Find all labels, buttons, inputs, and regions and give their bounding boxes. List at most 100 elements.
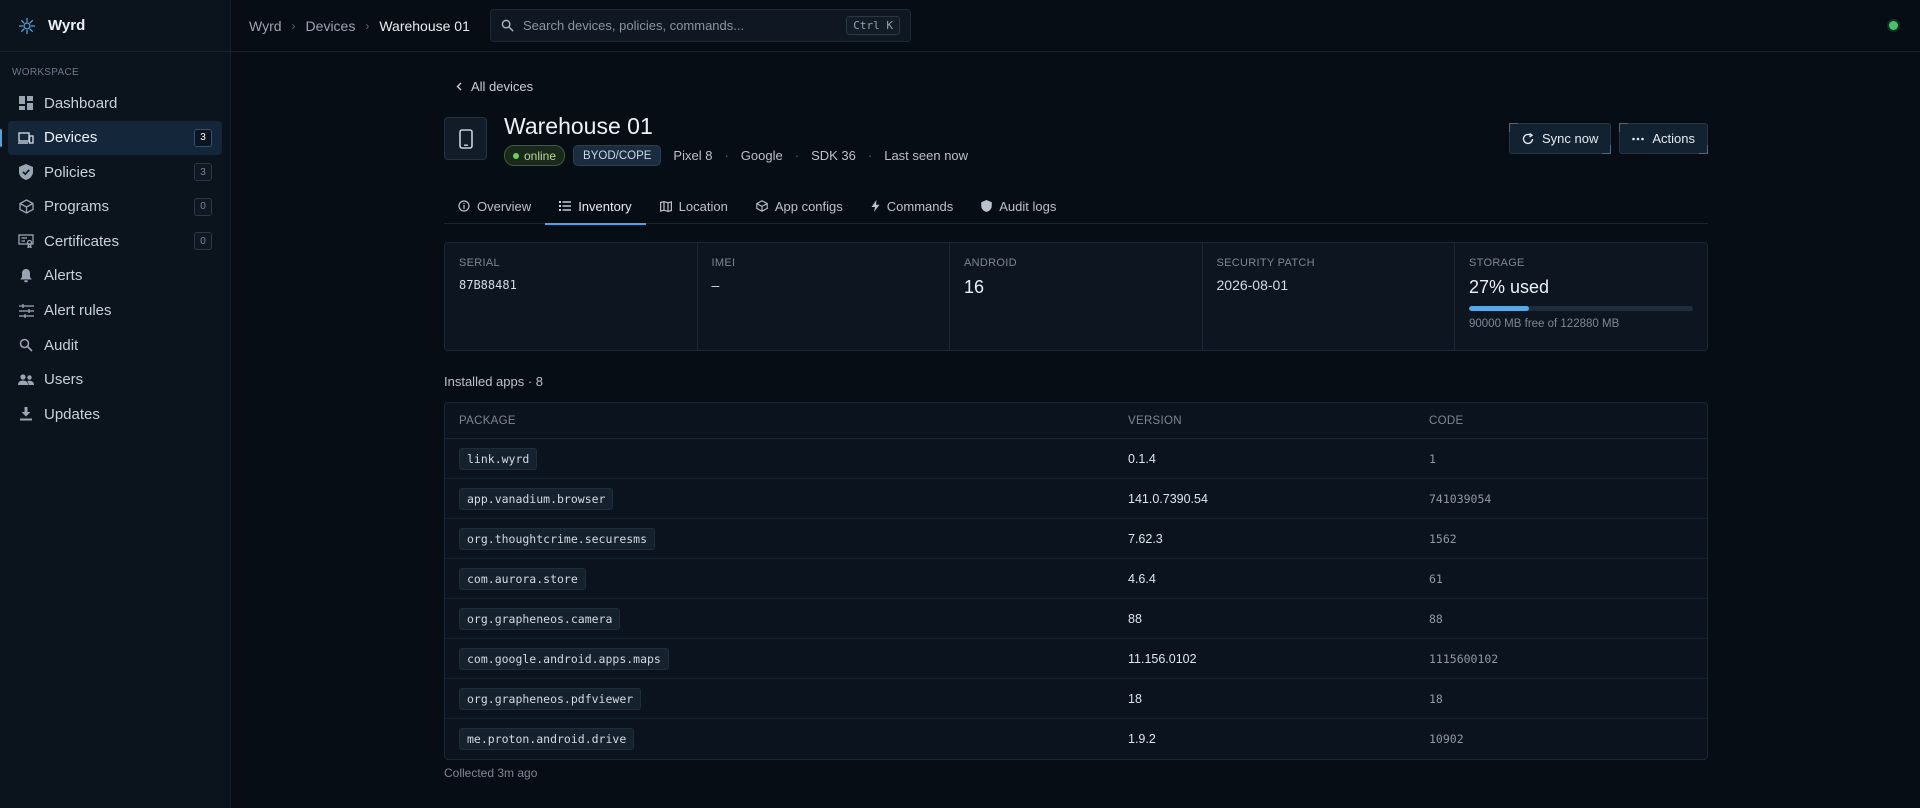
status-label: online — [524, 148, 557, 163]
table-row[interactable]: org.grapheneos.camera 88 88 — [445, 599, 1707, 639]
column-header-version[interactable]: VERSION — [1128, 415, 1429, 427]
sidebar-item-label: Updates — [44, 405, 100, 423]
tab-commands[interactable]: Commands — [857, 188, 967, 224]
device-model: Pixel 8 — [673, 148, 713, 163]
tab-overview[interactable]: Overview — [444, 188, 545, 224]
breadcrumb-item-devices[interactable]: Devices — [306, 18, 356, 34]
sync-now-button[interactable]: Sync now — [1508, 123, 1612, 154]
table-row[interactable]: com.google.android.apps.maps 11.156.0102 1… — [445, 639, 1707, 679]
breadcrumb: Wyrd › Devices › Warehouse 01 — [231, 18, 470, 34]
sidebar-item-updates[interactable]: Updates — [8, 397, 222, 431]
phone-icon — [458, 128, 473, 149]
tab-label: Overview — [477, 198, 532, 214]
tab-app-configs[interactable]: App configs — [742, 188, 857, 224]
table-row[interactable]: com.aurora.store 4.6.4 61 — [445, 559, 1707, 599]
sidebar-item-label: Audit — [44, 336, 79, 354]
table-row[interactable]: app.vanadium.browser 141.0.7390.54 7410390… — [445, 479, 1707, 519]
sidebar-item-alert-rules[interactable]: Alert rules — [8, 294, 222, 328]
info-icon — [458, 200, 470, 212]
package-name: com.aurora.store — [459, 567, 586, 590]
sidebar-item-label: Certificates — [44, 232, 120, 250]
cell-package: com.aurora.store — [445, 567, 1128, 590]
certificate-icon — [18, 233, 34, 249]
cell-version: 0.1.4 — [1128, 451, 1156, 466]
cell-package: org.thoughtcrime.securesms — [445, 527, 1128, 550]
map-icon — [659, 200, 672, 212]
tab-label: Inventory — [578, 198, 632, 214]
sidebar-item-dashboard[interactable]: Dashboard — [8, 86, 222, 120]
certificates-count-badge: 0 — [194, 232, 212, 251]
tab-label: Location — [678, 198, 728, 214]
search-box[interactable]: Ctrl K — [490, 9, 911, 42]
mode-badge: BYOD/COPE — [573, 145, 662, 166]
topbar: Wyrd › Devices › Warehouse 01 Ctrl K — [231, 0, 1920, 52]
cell-code: 1562 — [1429, 531, 1457, 546]
package-name: me.proton.android.drive — [459, 728, 635, 750]
storage-used-value: 27% used — [1469, 277, 1550, 297]
sidebar-item-devices[interactable]: Devices 3 — [0, 120, 222, 155]
package-name: org.thoughtcrime.securesms — [459, 527, 656, 550]
cell-version: 88 — [1128, 611, 1142, 626]
list-icon — [559, 201, 572, 211]
sync-now-label: Sync now — [1541, 131, 1599, 146]
stat-label: STORAGE — [1469, 257, 1525, 269]
device-sdk: SDK 36 — [811, 148, 856, 163]
sidebar-item-users[interactable]: Users — [8, 363, 222, 397]
package-name: com.google.android.apps.maps — [459, 647, 669, 670]
meta-separator: · — [724, 148, 729, 163]
storage-progress-bar — [1469, 306, 1693, 311]
chevron-right-icon: › — [365, 18, 370, 33]
sliders-icon — [18, 303, 34, 319]
cell-package: app.vanadium.browser — [445, 487, 1128, 510]
header-actions: Sync now Actions — [1508, 123, 1708, 154]
table-row[interactable]: org.thoughtcrime.securesms 7.62.3 1562 — [445, 519, 1707, 559]
stat-label: SECURITY PATCH — [1216, 257, 1315, 269]
stat-serial: SERIAL 87B88481 — [445, 243, 698, 350]
status-badge: online — [504, 145, 566, 166]
actions-label: Actions — [1652, 131, 1695, 146]
sidebar-item-audit[interactable]: Audit — [8, 328, 222, 362]
package-name: app.vanadium.browser — [459, 487, 614, 510]
sidebar-item-alerts[interactable]: Alerts — [8, 259, 222, 293]
sidebar-item-policies[interactable]: Policies 3 — [8, 155, 222, 189]
table-row[interactable]: link.wyrd 0.1.4 1 — [445, 439, 1707, 479]
package-name: org.grapheneos.pdfviewer — [459, 687, 642, 710]
sidebar-item-programs[interactable]: Programs 0 — [8, 190, 222, 224]
cell-code: 1 — [1429, 451, 1436, 466]
sidebar-item-certificates[interactable]: Certificates 0 — [8, 224, 222, 258]
connection-status-dot — [1889, 21, 1898, 30]
cell-version: 1.9.2 — [1128, 732, 1156, 746]
collected-timestamp: Collected 3m ago — [444, 766, 538, 780]
dashboard-icon — [18, 95, 34, 111]
devices-count-badge: 3 — [194, 128, 212, 147]
stat-imei: IMEI – — [698, 243, 950, 350]
sidebar-item-label: Policies — [44, 163, 96, 181]
tab-inventory[interactable]: Inventory — [545, 188, 647, 225]
sidebar-item-label: Users — [44, 371, 84, 389]
table-row[interactable]: org.grapheneos.pdfviewer 18 18 — [445, 679, 1707, 719]
search-input[interactable] — [523, 18, 847, 33]
device-avatar — [444, 117, 487, 160]
online-dot-icon — [513, 152, 519, 159]
storage-progress-fill — [1469, 306, 1530, 311]
back-link[interactable]: All devices — [456, 79, 533, 94]
device-stats-card: SERIAL 87B88481 IMEI – ANDROID 16 SECURI… — [444, 242, 1708, 351]
cell-code: 61 — [1429, 571, 1443, 586]
installed-apps-table: PACKAGE VERSION CODE link.wyrd 0.1.4 1 app.… — [444, 402, 1708, 760]
imei-value: – — [711, 277, 720, 293]
meta-separator: · — [867, 148, 873, 163]
wyrd-logo-icon — [19, 17, 35, 34]
cell-version: 4.6.4 — [1128, 571, 1156, 586]
tab-audit-logs[interactable]: Audit logs — [967, 188, 1070, 224]
breadcrumb-item-root[interactable]: Wyrd — [249, 18, 282, 34]
stat-storage: STORAGE 27% used 90000 MB free of 122880… — [1455, 243, 1707, 350]
meta-separator: · — [794, 148, 800, 163]
column-header-package[interactable]: PACKAGE — [445, 415, 1128, 427]
actions-button[interactable]: Actions — [1619, 123, 1708, 154]
column-header-code[interactable]: CODE — [1429, 415, 1707, 427]
table-row[interactable]: me.proton.android.drive 1.9.2 10902 — [445, 719, 1707, 759]
cell-code: 741039054 — [1429, 491, 1492, 506]
tab-location[interactable]: Location — [646, 188, 742, 224]
cell-code: 18 — [1429, 691, 1443, 706]
brand[interactable]: Wyrd — [0, 0, 230, 52]
